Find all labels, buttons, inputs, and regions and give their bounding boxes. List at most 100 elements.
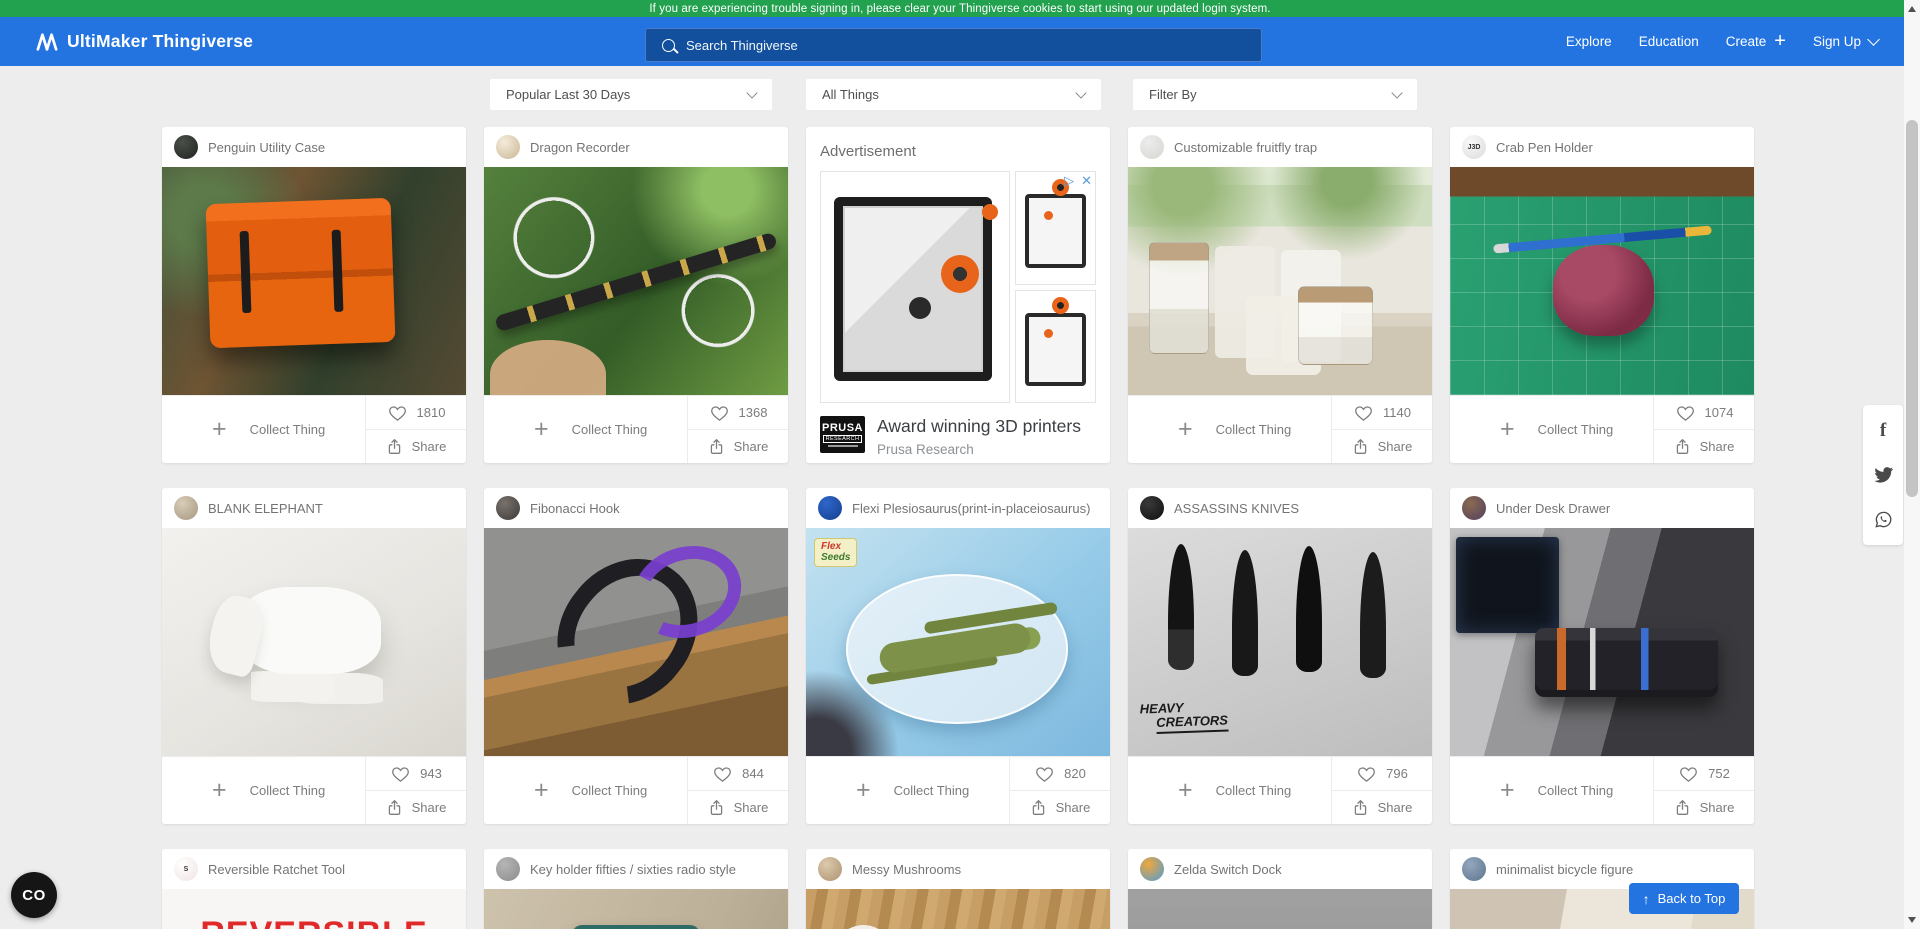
like-button[interactable]: 796 [1332,757,1432,791]
thing-thumbnail[interactable] [162,528,466,756]
sort-dropdown[interactable]: Popular Last 30 Days [490,79,772,110]
collect-thing-button[interactable]: +Collect Thing [1128,757,1331,824]
collect-thing-button[interactable]: +Collect Thing [162,757,365,824]
creator-avatar[interactable] [174,496,198,520]
thumbnail-badge: FlexSeeds [814,538,857,567]
collect-thing-button[interactable]: +Collect Thing [806,757,1009,824]
ad-creative[interactable]: ▷ ✕ [820,171,1096,403]
thing-title-link[interactable]: Under Desk Drawer [1496,501,1610,516]
thing-title-link[interactable]: Fibonacci Hook [530,501,620,516]
ad-side-image[interactable] [1015,171,1096,285]
thing-thumbnail[interactable] [1128,889,1432,929]
collect-thing-button[interactable]: +Collect Thing [484,757,687,824]
thing-title-link[interactable]: Reversible Ratchet Tool [208,862,345,877]
thing-card-footer: +Collect Thing752Share [1450,756,1754,824]
collect-thing-button[interactable]: +Collect Thing [162,396,365,463]
creator-avatar[interactable] [174,135,198,159]
creator-avatar[interactable] [496,135,520,159]
category-dropdown[interactable]: All Things [806,79,1101,110]
share-icon [386,799,403,816]
thing-thumbnail[interactable]: FlexSeeds [806,528,1110,756]
share-button[interactable]: Share [1332,430,1432,463]
like-button[interactable]: 943 [366,757,466,791]
thing-thumbnail[interactable] [484,889,788,929]
share-button[interactable]: Share [366,430,466,463]
filter-by-dropdown[interactable]: Filter By [1133,79,1417,110]
thing-title-link[interactable]: Key holder fifties / sixties radio style [530,862,736,877]
whatsapp-share-button[interactable] [1874,510,1893,529]
share-button[interactable]: Share [366,791,466,824]
creator-avatar[interactable] [1140,135,1164,159]
creator-avatar[interactable] [1140,857,1164,881]
thing-title-link[interactable]: Penguin Utility Case [208,140,325,155]
thing-title-link[interactable]: Dragon Recorder [530,140,630,155]
creator-avatar[interactable] [1462,857,1486,881]
thing-thumbnail[interactable] [1450,528,1754,756]
thing-title-link[interactable]: minimalist bicycle figure [1496,862,1633,877]
thing-title-link[interactable]: Crab Pen Holder [1496,140,1593,155]
ad-headline-link[interactable]: Award winning 3D printers [877,416,1081,437]
creator-avatar[interactable] [1140,496,1164,520]
thing-title-link[interactable]: Zelda Switch Dock [1174,862,1282,877]
thing-thumbnail[interactable]: REVERSIBLE [162,889,466,929]
ad-side-image[interactable] [1015,290,1096,404]
thing-thumbnail[interactable] [162,167,466,395]
creator-avatar[interactable]: J3D [1462,135,1486,159]
thing-card-header: Customizable fruitfly trap [1128,127,1432,167]
creator-avatar[interactable] [496,496,520,520]
ad-close-icon[interactable]: ✕ [1081,174,1092,187]
thing-card: Key holder fifties / sixties radio style… [484,849,788,929]
nav-explore[interactable]: Explore [1566,34,1612,49]
like-button[interactable]: 820 [1010,757,1110,791]
thing-thumbnail[interactable] [484,528,788,756]
share-button[interactable]: Share [1654,791,1754,824]
thing-thumbnail[interactable] [1450,167,1754,395]
like-button[interactable]: 752 [1654,757,1754,791]
thing-title-link[interactable]: Messy Mushrooms [852,862,961,877]
collect-thing-button[interactable]: +Collect Thing [1128,396,1331,463]
share-button[interactable]: Share [1010,791,1110,824]
prusa-logo[interactable]: PRUSA RESEARCH [820,416,865,453]
scrollbar-up-arrow[interactable] [1908,6,1916,12]
creator-avatar[interactable]: S [174,857,198,881]
like-button[interactable]: 1140 [1332,396,1432,430]
share-button[interactable]: Share [1332,791,1432,824]
like-button[interactable]: 844 [688,757,788,791]
thing-thumbnail[interactable] [484,167,788,395]
ad-main-image[interactable] [820,171,1010,403]
facebook-share-button[interactable]: f [1880,421,1886,440]
share-button[interactable]: Share [688,430,788,463]
scrollbar-down-arrow[interactable] [1908,917,1916,923]
filter-by-dropdown-value: Filter By [1149,87,1197,102]
thing-title-link[interactable]: ASSASSINS KNIVES [1174,501,1299,516]
like-button[interactable]: 1368 [688,396,788,430]
thing-thumbnail[interactable] [806,889,1110,929]
thing-title-link[interactable]: Flexi Plesiosaurus(print-in-placeiosauru… [852,501,1090,516]
creator-avatar[interactable] [1462,496,1486,520]
thing-title-link[interactable]: BLANK ELEPHANT [208,501,323,516]
creator-avatar[interactable] [496,857,520,881]
creator-avatar[interactable] [818,857,842,881]
collect-thing-button[interactable]: +Collect Thing [484,396,687,463]
share-button[interactable]: Share [1654,430,1754,463]
nav-sign-up[interactable]: Sign Up [1813,34,1878,49]
thing-title-link[interactable]: Customizable fruitfly trap [1174,140,1317,155]
nav-create[interactable]: Create+ [1726,33,1786,51]
like-button[interactable]: 1810 [366,396,466,430]
nav-education[interactable]: Education [1639,34,1699,49]
scrollbar-thumb[interactable] [1906,120,1918,497]
collect-thing-button[interactable]: +Collect Thing [1450,396,1653,463]
like-button[interactable]: 1074 [1654,396,1754,430]
creator-avatar[interactable] [818,496,842,520]
share-button[interactable]: Share [688,791,788,824]
adchoices-icon[interactable]: ▷ [1064,174,1074,187]
twitter-share-button[interactable] [1874,467,1893,483]
search-input[interactable] [686,38,1245,53]
thing-thumbnail[interactable]: HEAVYCREATORS [1128,528,1432,756]
back-to-top-button[interactable]: ↑ Back to Top [1629,883,1739,914]
page-scrollbar[interactable] [1904,0,1920,929]
cookie-consent-button[interactable]: CO [11,872,57,918]
brand-logo-link[interactable]: UltiMaker Thingiverse [36,17,253,66]
collect-thing-button[interactable]: +Collect Thing [1450,757,1653,824]
thing-thumbnail[interactable] [1128,167,1432,395]
